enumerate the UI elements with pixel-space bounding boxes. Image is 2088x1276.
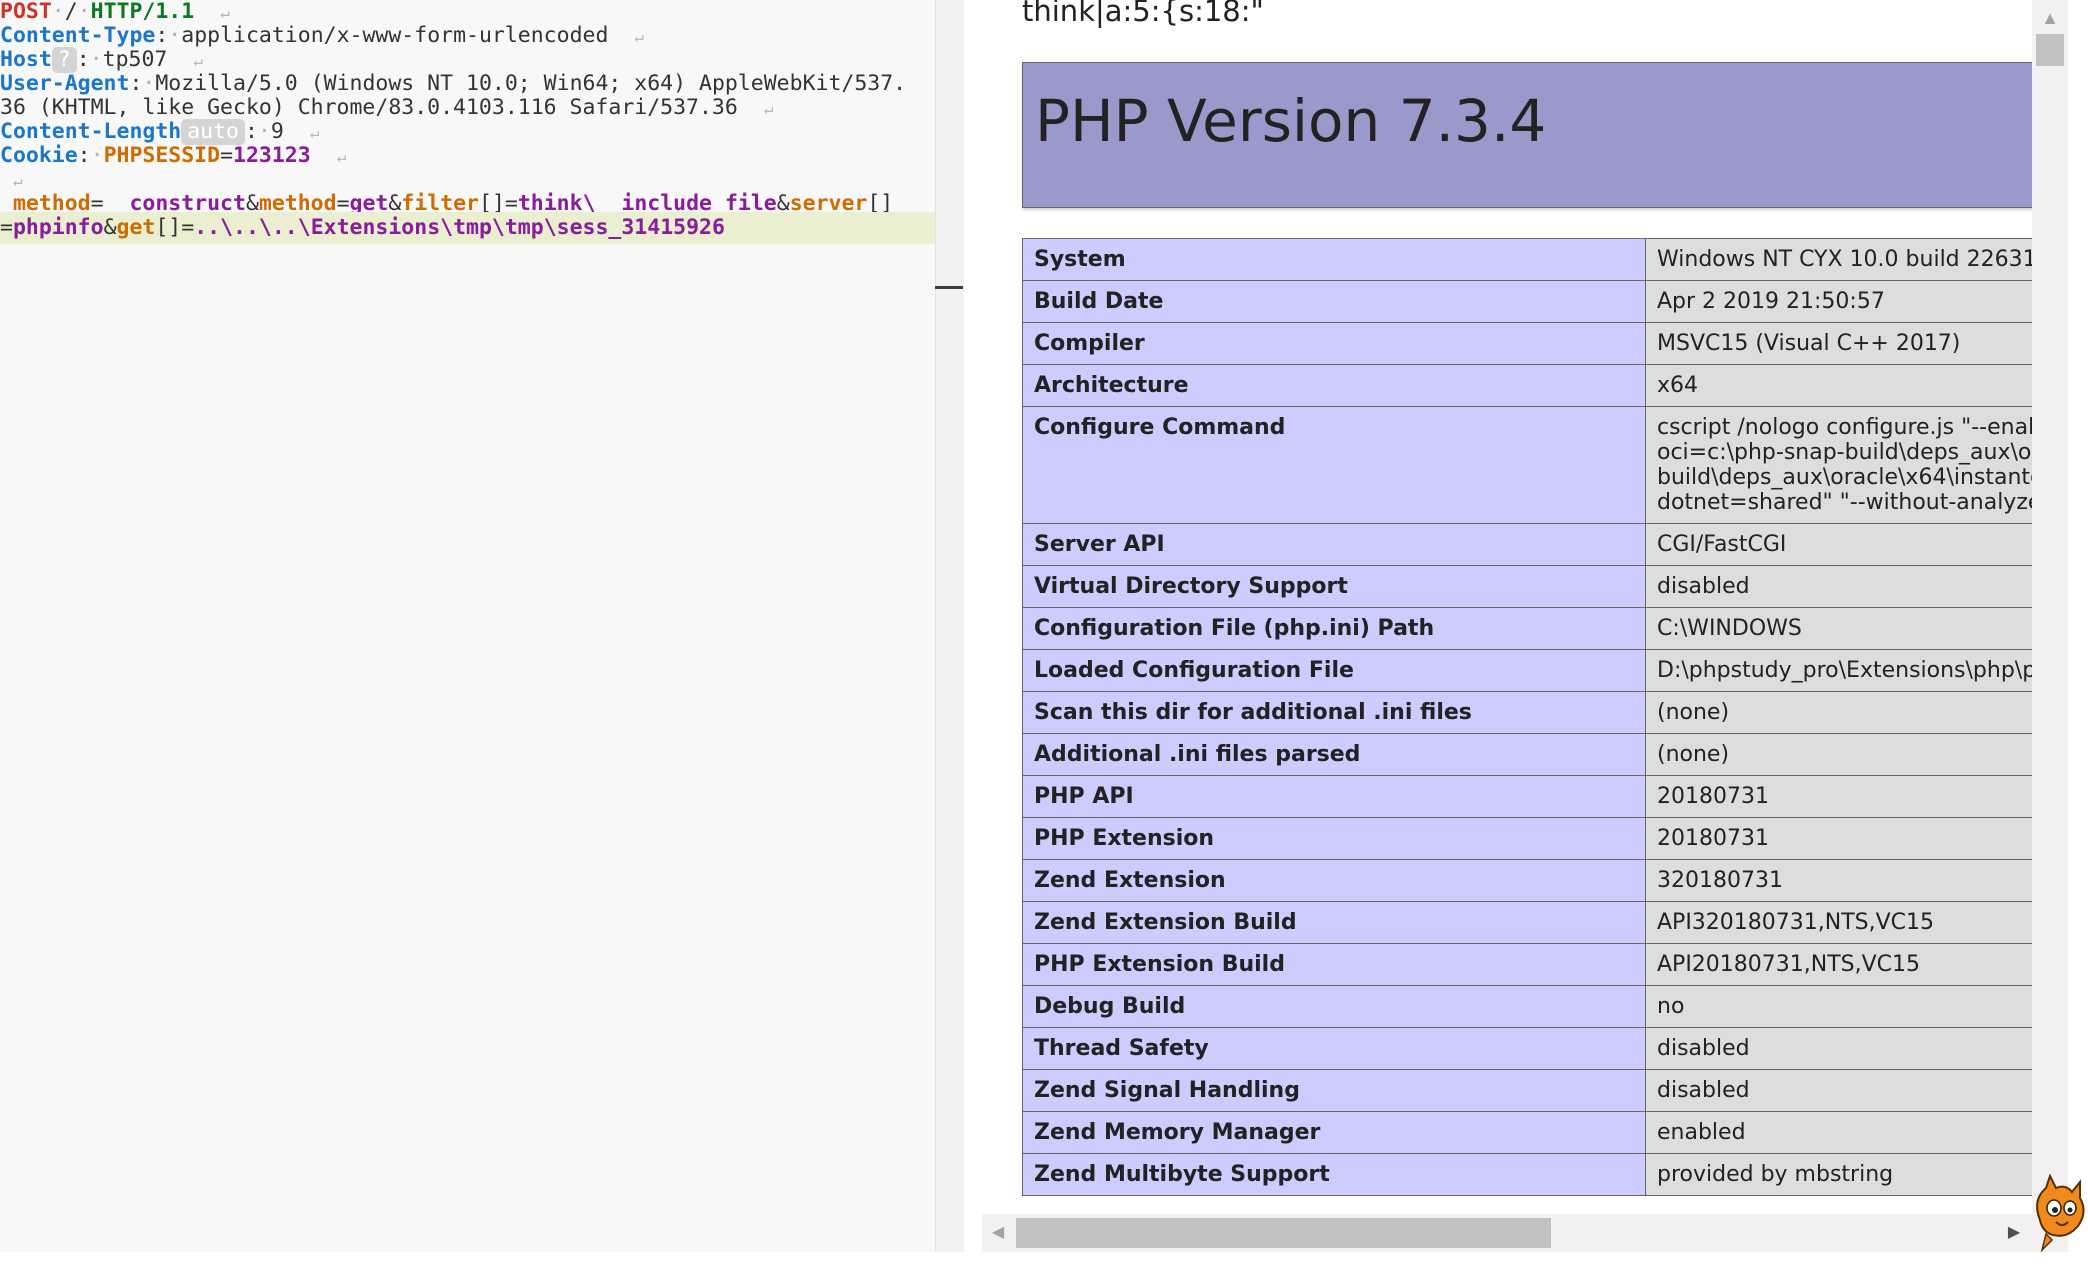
scroll-right-icon[interactable]: ▶ — [2002, 1214, 2026, 1252]
phpinfo-row: Zend Extension 320180731 — [1022, 859, 2032, 902]
phpinfo-row: Debug Build no — [1022, 985, 2032, 1028]
phpinfo-value: disabled — [1645, 565, 2032, 608]
phpinfo-row: PHP API 20180731 — [1022, 775, 2032, 818]
phpinfo-row: Configure Command cscript /nologo configu… — [1022, 406, 2032, 524]
phpinfo-key: Zend Memory Manager — [1022, 1111, 1646, 1154]
phpinfo-key: Additional .ini files parsed — [1022, 733, 1646, 776]
fox-mascot-icon[interactable] — [2026, 1170, 2088, 1254]
phpinfo-value: provided by mbstring — [1645, 1153, 2032, 1196]
phpinfo-value: D:\phpstudy_pro\Extensions\php\p — [1645, 649, 2032, 692]
phpinfo-key: Zend Signal Handling — [1022, 1069, 1646, 1112]
phpinfo-row: Thread Safety disabled — [1022, 1027, 2032, 1070]
phpinfo-value-multiline: cscript /nologo configure.js "--enab oci… — [1657, 415, 2032, 515]
phpinfo-key: Server API — [1022, 523, 1646, 566]
phpinfo-value: API320180731,NTS,VC15 — [1645, 901, 2032, 944]
phpinfo-key: PHP API — [1022, 775, 1646, 818]
response-render-pane[interactable]: think|a:5:{s:18:" PHP Version 7.3.4 Syst… — [982, 0, 2032, 1252]
phpinfo-row: Zend Multibyte Support provided by mbstri… — [1022, 1153, 2032, 1196]
phpinfo-value: MSVC15 (Visual C++ 2017) — [1645, 322, 2032, 365]
phpinfo-row: Architecture x64 — [1022, 364, 2032, 407]
horizontal-scroll-thumb[interactable] — [1016, 1218, 1551, 1248]
scroll-up-icon[interactable]: ▲ — [2032, 4, 2068, 32]
param-value: ..\..\..\Extensions\tmp\tmp\sess_3141592… — [194, 215, 725, 240]
php-version-header: PHP Version 7.3.4 — [1022, 62, 2032, 208]
param-name: get — [116, 215, 156, 240]
phpinfo-value: CGI/FastCGI — [1645, 523, 2032, 566]
phpinfo-value: x64 — [1645, 364, 2032, 407]
phpinfo-key: Configure Command — [1022, 406, 1646, 524]
phpinfo-value: (none) — [1645, 733, 2032, 776]
phpinfo-key: PHP Extension Build — [1022, 943, 1646, 986]
phpinfo-table: System Windows NT CYX 10.0 build 22631 Bui… — [1022, 238, 2032, 1196]
horizontal-scrollbar[interactable]: ◀ ▶ — [982, 1214, 2032, 1252]
phpinfo-value: Windows NT CYX 10.0 build 22631 — [1645, 238, 2032, 281]
param-value: phpinfo — [12, 215, 104, 240]
phpinfo-key: Zend Extension Build — [1022, 901, 1646, 944]
phpinfo-value: no — [1645, 985, 2032, 1028]
scroll-left-icon[interactable]: ◀ — [986, 1214, 1010, 1252]
phpinfo-value: 320180731 — [1645, 859, 2032, 902]
phpinfo-key: Debug Build — [1022, 985, 1646, 1028]
phpinfo-row: Zend Signal Handling disabled — [1022, 1069, 2032, 1112]
phpinfo-key: Scan this dir for additional .ini files — [1022, 691, 1646, 734]
phpinfo-value: API20180731,NTS,VC15 — [1645, 943, 2032, 986]
phpinfo-value: 20180731 — [1645, 817, 2032, 860]
cookie-name: PHPSESSID — [103, 143, 221, 168]
phpinfo-key: Virtual Directory Support — [1022, 565, 1646, 608]
phpinfo-row: Compiler MSVC15 (Visual C++ 2017) — [1022, 322, 2032, 365]
phpinfo-value: cscript /nologo configure.js "--enab oci… — [1645, 406, 2032, 524]
phpinfo-row: Build Date Apr 2 2019 21:50:57 — [1022, 280, 2032, 323]
phpinfo-value: disabled — [1645, 1027, 2032, 1070]
phpinfo-row: Loaded Configuration File D:\phpstudy_pro… — [1022, 649, 2032, 692]
header-cookie[interactable]: Cookie:·PHPSESSID=123123 ↵ — [0, 140, 346, 172]
phpinfo-key: Zend Multibyte Support — [1022, 1153, 1646, 1196]
cookie-value: 123123 — [233, 143, 311, 168]
phpinfo-value: disabled — [1645, 1069, 2032, 1112]
phpinfo-row: Zend Extension Build API320180731,NTS,VC1… — [1022, 901, 2032, 944]
php-version-title: PHP Version 7.3.4 — [1035, 87, 1547, 155]
request-editor[interactable]: POST·/·HTTP/1.1 ↵ Content-Type:·applicat… — [0, 0, 964, 1252]
phpinfo-row: Additional .ini files parsed (none) — [1022, 733, 2032, 776]
vertical-scrollbar[interactable]: ▲ — [2032, 0, 2068, 1252]
phpinfo-key: Zend Extension — [1022, 859, 1646, 902]
phpinfo-row: Configuration File (php.ini) Path C:\WIND… — [1022, 607, 2032, 650]
crlf-icon: ↵ — [634, 27, 644, 46]
param-brackets: [] — [155, 215, 182, 240]
request-body-line-2[interactable]: =phpinfo&get[]=..\..\..\Extensions\tmp\t… — [0, 212, 963, 244]
phpinfo-key: Build Date — [1022, 280, 1646, 323]
crlf-icon: ↵ — [763, 99, 774, 118]
phpinfo-row: Server API CGI/FastCGI — [1022, 523, 2032, 566]
phpinfo-value: C:\WINDOWS — [1645, 607, 2032, 650]
phpinfo-key: Architecture — [1022, 364, 1646, 407]
phpinfo-row: Scan this dir for additional .ini files(… — [1022, 691, 2032, 734]
phpinfo-key: Thread Safety — [1022, 1027, 1646, 1070]
editor-line-marker — [935, 286, 963, 289]
phpinfo-key: PHP Extension — [1022, 817, 1646, 860]
session-leak-text: think|a:5:{s:18:" — [1022, 0, 1264, 28]
phpinfo-value: 20180731 — [1645, 775, 2032, 818]
editor-gutter — [935, 0, 964, 1252]
crlf-icon: ↵ — [336, 147, 347, 166]
phpinfo-row: PHP Extension Build API20180731,NTS,VC15 — [1022, 943, 2032, 986]
vertical-scroll-thumb[interactable] — [2036, 34, 2064, 66]
phpinfo-row: PHP Extension 20180731 — [1022, 817, 2032, 860]
phpinfo-row: Virtual Directory Support disabled — [1022, 565, 2032, 608]
phpinfo-key: System — [1022, 238, 1646, 281]
phpinfo-key: Loaded Configuration File — [1022, 649, 1646, 692]
header-value: application/x-www-form-urlencoded — [181, 23, 609, 48]
phpinfo-row: System Windows NT CYX 10.0 build 22631 — [1022, 238, 2032, 281]
phpinfo-value: Apr 2 2019 21:50:57 — [1645, 280, 2032, 323]
phpinfo-row: Zend Memory Manager enabled — [1022, 1111, 2032, 1154]
phpinfo-value: enabled — [1645, 1111, 2032, 1154]
phpinfo-key: Compiler — [1022, 322, 1646, 365]
phpinfo-key: Configuration File (php.ini) Path — [1022, 607, 1646, 650]
phpinfo-value: (none) — [1645, 691, 2032, 734]
